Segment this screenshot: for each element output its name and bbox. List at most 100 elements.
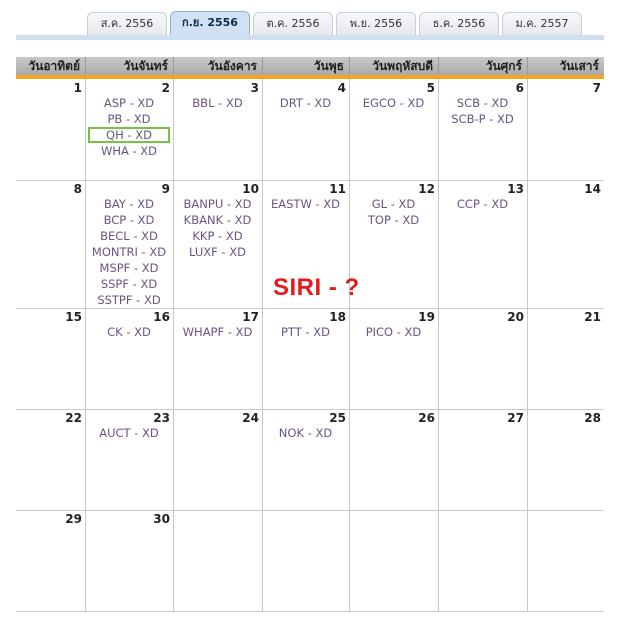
day-cell[interactable]: 3 BBL - XD bbox=[173, 79, 262, 180]
event-link[interactable]: SCB-P - XD bbox=[438, 111, 527, 127]
day-cell[interactable] bbox=[262, 510, 349, 611]
day-cell[interactable]: 2 ASP - XD PB - XD QH - XD WHA - XD bbox=[85, 79, 173, 180]
event-link[interactable]: EGCO - XD bbox=[349, 95, 438, 111]
day-number: 19 bbox=[418, 310, 435, 324]
day-cell[interactable]: 7 bbox=[527, 79, 604, 180]
day-cell[interactable]: 22 bbox=[16, 409, 85, 510]
event-list: BANPU - XD KBANK - XD KKP - XD LUXF - XD bbox=[173, 196, 262, 260]
event-link[interactable]: CCP - XD bbox=[438, 196, 527, 212]
day-cell[interactable]: 29 bbox=[16, 510, 85, 611]
day-cell[interactable]: 16 CK - XD bbox=[85, 308, 173, 409]
event-link[interactable]: LUXF - XD bbox=[173, 244, 262, 260]
event-link[interactable]: WHAPF - XD bbox=[173, 324, 262, 340]
event-link[interactable]: PB - XD bbox=[85, 111, 173, 127]
day-number: 27 bbox=[507, 411, 524, 425]
weekday-header: วันอังคาร bbox=[173, 57, 262, 75]
day-cell[interactable]: 4 DRT - XD bbox=[262, 79, 349, 180]
event-link[interactable]: KBANK - XD bbox=[173, 212, 262, 228]
event-link[interactable]: BANPU - XD bbox=[173, 196, 262, 212]
day-cell[interactable]: 28 bbox=[527, 409, 604, 510]
weekday-header: วันพฤหัสบดี bbox=[349, 57, 438, 75]
event-link[interactable]: BECL - XD bbox=[85, 228, 173, 244]
event-link[interactable]: ASP - XD bbox=[85, 95, 173, 111]
day-cell[interactable]: 25 NOK - XD bbox=[262, 409, 349, 510]
tab-month-4[interactable]: พ.ย. 2556 bbox=[336, 12, 416, 35]
event-link[interactable]: DRT - XD bbox=[262, 95, 349, 111]
day-cell[interactable] bbox=[349, 510, 438, 611]
event-link[interactable]: BCP - XD bbox=[85, 212, 173, 228]
day-cell[interactable]: 9 BAY - XD BCP - XD BECL - XD MONTRI - XD MSP… bbox=[85, 180, 173, 308]
day-cell[interactable]: 21 bbox=[527, 308, 604, 409]
calendar-grid: 1 2 ASP - XD PB - XD QH - XD WHA - XD 3 BBL - X… bbox=[16, 79, 604, 612]
day-cell[interactable]: 30 bbox=[85, 510, 173, 611]
day-cell[interactable]: 5 EGCO - XD bbox=[349, 79, 438, 180]
day-cell[interactable]: 8 bbox=[16, 180, 85, 308]
day-cell[interactable]: 13 CCP - XD bbox=[438, 180, 527, 308]
day-number: 26 bbox=[418, 411, 435, 425]
event-link[interactable]: BBL - XD bbox=[173, 95, 262, 111]
day-number: 23 bbox=[153, 411, 170, 425]
event-link[interactable]: KKP - XD bbox=[173, 228, 262, 244]
event-list: EASTW - XD bbox=[262, 196, 349, 212]
event-link[interactable]: MONTRI - XD bbox=[85, 244, 173, 260]
event-link[interactable]: BAY - XD bbox=[85, 196, 173, 212]
tab-month-5[interactable]: ธ.ค. 2556 bbox=[419, 12, 499, 35]
day-number: 2 bbox=[161, 81, 170, 95]
highlighted-event-link[interactable]: QH - XD bbox=[88, 127, 170, 143]
month-tab-bar: ส.ค. 2556 ก.ย. 2556 ต.ค. 2556 พ.ย. 2556 ธ.ค.… bbox=[0, 0, 626, 40]
event-link[interactable]: PICO - XD bbox=[349, 324, 438, 340]
day-cell[interactable]: 17 WHAPF - XD bbox=[173, 308, 262, 409]
calendar-page: ส.ค. 2556 ก.ย. 2556 ต.ค. 2556 พ.ย. 2556 ธ.ค.… bbox=[0, 0, 626, 621]
day-number: 29 bbox=[65, 512, 82, 526]
day-cell[interactable]: 15 bbox=[16, 308, 85, 409]
day-number: 1 bbox=[73, 81, 82, 95]
event-link[interactable]: AUCT - XD bbox=[85, 425, 173, 441]
tab-month-2[interactable]: ก.ย. 2556 bbox=[170, 11, 250, 36]
day-cell[interactable]: 18 PTT - XD bbox=[262, 308, 349, 409]
event-link[interactable]: GL - XD bbox=[349, 196, 438, 212]
tab-underline bbox=[16, 35, 604, 40]
day-cell[interactable]: 14 bbox=[527, 180, 604, 308]
day-cell[interactable]: 26 bbox=[349, 409, 438, 510]
day-number: 22 bbox=[65, 411, 82, 425]
day-cell[interactable] bbox=[527, 510, 604, 611]
event-link[interactable]: MSPF - XD bbox=[85, 260, 173, 276]
day-number: 10 bbox=[242, 182, 259, 196]
grid-divider bbox=[16, 611, 604, 612]
day-number: 9 bbox=[161, 182, 170, 196]
day-cell[interactable]: 24 bbox=[173, 409, 262, 510]
event-link[interactable]: SSTPF - XD bbox=[85, 292, 173, 308]
day-cell[interactable]: 12 GL - XD TOP - XD bbox=[349, 180, 438, 308]
tab-month-6[interactable]: ม.ค. 2557 bbox=[502, 12, 582, 35]
day-number: 4 bbox=[337, 81, 346, 95]
day-number: 25 bbox=[329, 411, 346, 425]
event-link[interactable]: EASTW - XD bbox=[262, 196, 349, 212]
day-number: 3 bbox=[250, 81, 259, 95]
event-link[interactable]: PTT - XD bbox=[262, 324, 349, 340]
weekday-header: วันอาทิตย์ bbox=[28, 59, 80, 73]
day-cell[interactable]: 19 PICO - XD bbox=[349, 308, 438, 409]
event-list: SCB - XD SCB-P - XD bbox=[438, 95, 527, 127]
day-cell[interactable] bbox=[438, 510, 527, 611]
day-cell[interactable]: 23 AUCT - XD bbox=[85, 409, 173, 510]
day-number: 5 bbox=[426, 81, 435, 95]
day-cell[interactable] bbox=[173, 510, 262, 611]
day-cell[interactable]: 10 BANPU - XD KBANK - XD KKP - XD LUXF - XD bbox=[173, 180, 262, 308]
tab-month-1[interactable]: ส.ค. 2556 bbox=[87, 12, 167, 35]
event-link[interactable]: NOK - XD bbox=[262, 425, 349, 441]
day-number: 30 bbox=[153, 512, 170, 526]
day-cell[interactable]: 27 bbox=[438, 409, 527, 510]
event-list: PICO - XD bbox=[349, 324, 438, 340]
day-cell[interactable]: 20 bbox=[438, 308, 527, 409]
day-cell[interactable]: 6 SCB - XD SCB-P - XD bbox=[438, 79, 527, 180]
tab-month-3[interactable]: ต.ค. 2556 bbox=[253, 12, 333, 35]
event-link[interactable]: SSPF - XD bbox=[85, 276, 173, 292]
weekday-header: วันศุกร์ bbox=[438, 57, 527, 75]
event-link[interactable]: SCB - XD bbox=[438, 95, 527, 111]
event-link[interactable]: WHA - XD bbox=[85, 143, 173, 159]
event-link[interactable]: CK - XD bbox=[85, 324, 173, 340]
day-number: 28 bbox=[584, 411, 601, 425]
event-link[interactable]: TOP - XD bbox=[349, 212, 438, 228]
day-cell[interactable]: 1 bbox=[16, 79, 85, 180]
day-number: 17 bbox=[242, 310, 259, 324]
